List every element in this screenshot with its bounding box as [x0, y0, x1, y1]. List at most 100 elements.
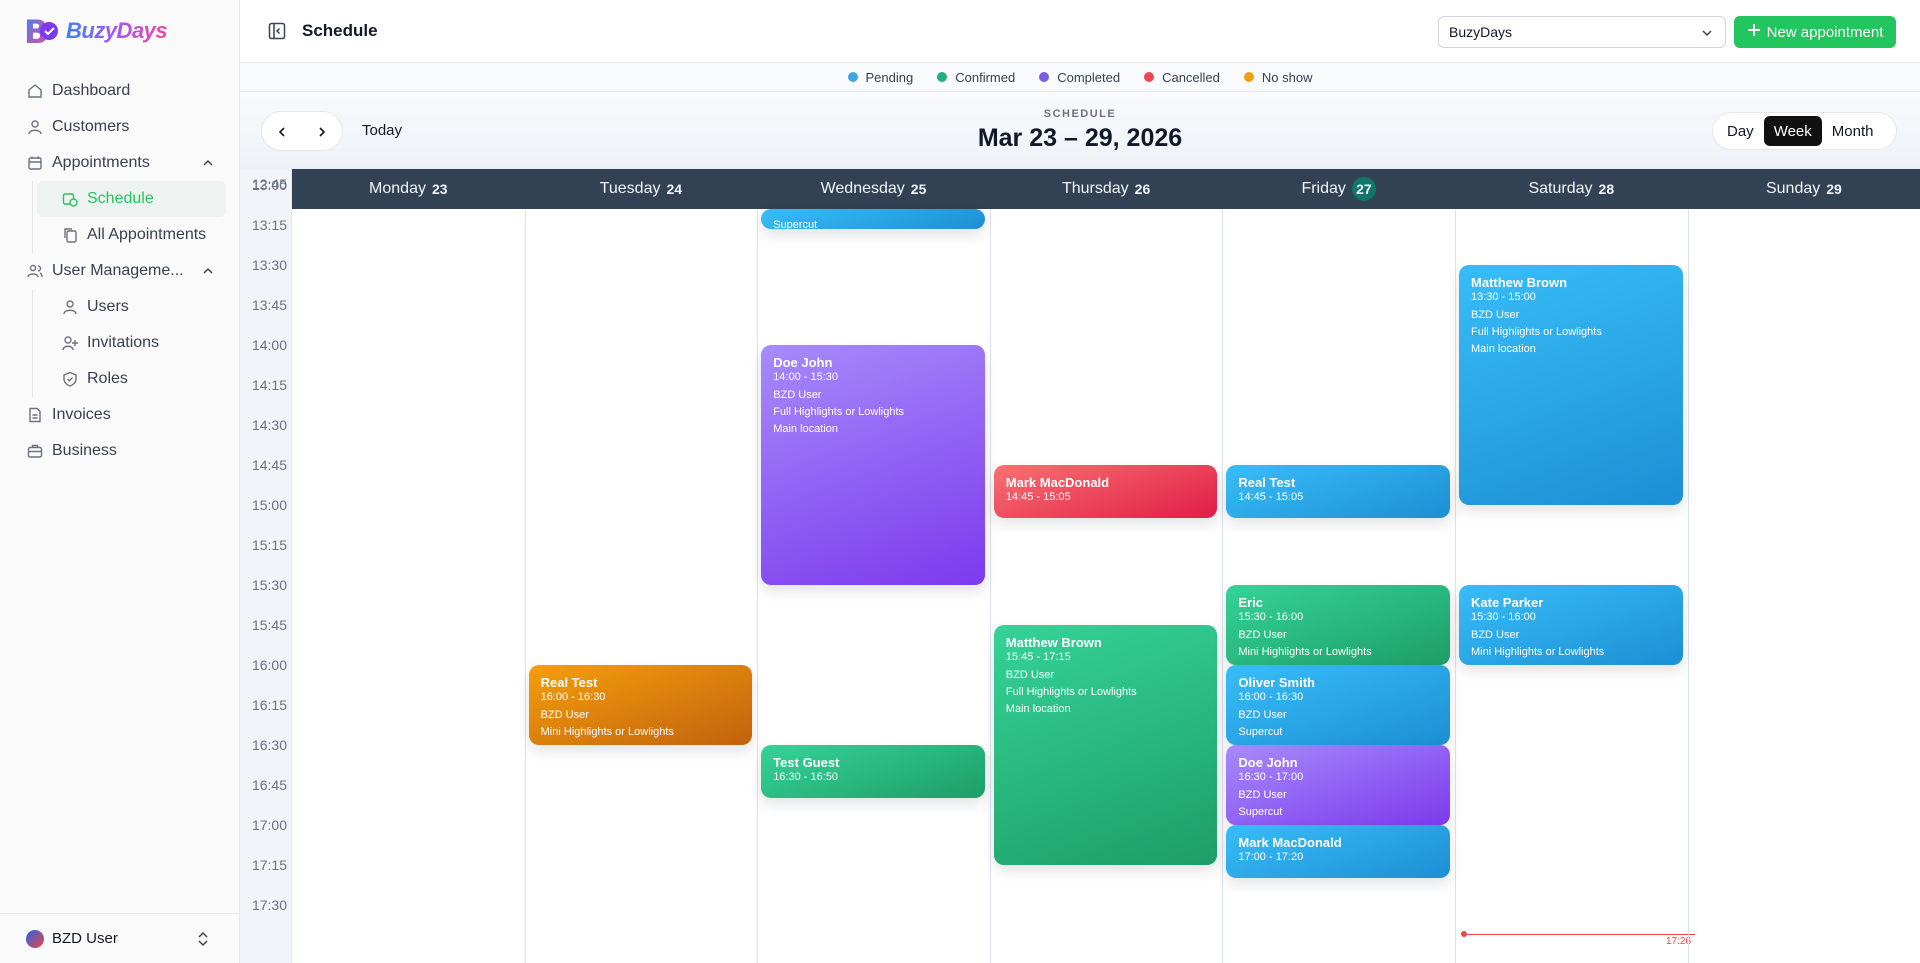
- day-number: 29: [1826, 181, 1842, 197]
- appointment-time: 16:30 - 17:00: [1238, 771, 1304, 783]
- sidebar-item-dashboard[interactable]: Dashboard: [14, 73, 226, 109]
- appointment-detail: BZD User: [1471, 309, 1520, 321]
- appointment-card[interactable]: Matthew Brown 13:30 - 15:00 BZD User Full H…: [1459, 265, 1683, 505]
- appointment-card[interactable]: Mark MacDonald 14:45 - 15:05: [993, 465, 1218, 519]
- week-grid: 12:45 13:00 13:15 13:30 13:45 14:00 14:15 14:30…: [240, 169, 1920, 963]
- sidebar-item-label: Invoices: [52, 406, 111, 423]
- sidebar-item-schedule[interactable]: Schedule: [37, 181, 226, 217]
- appointment-detail: BZD User: [1005, 669, 1055, 681]
- view-week-button[interactable]: Week: [1763, 116, 1822, 146]
- sidebar-item-users[interactable]: Users: [37, 289, 226, 325]
- appointment-detail: Full Highlights or Lowlights: [1005, 686, 1137, 698]
- appointment-time: 16:00 - 16:30: [1238, 691, 1304, 703]
- sidebar-toggle-icon[interactable]: [268, 22, 286, 40]
- time-label: 16:00: [251, 657, 287, 673]
- appointment-card[interactable]: Test Guest 16:30 - 16:50: [761, 745, 985, 799]
- appointment-card[interactable]: Real Test 14:45 - 15:05: [1226, 465, 1450, 519]
- appointment-time: 17:00 - 17:20: [1238, 851, 1304, 863]
- appointment-card[interactable]: Real Test 16:00 - 16:30 BZD User Mini Highl…: [528, 665, 753, 745]
- sidebar: B BuzyDays Dashboard Customers Appointme…: [0, 0, 240, 963]
- appointment-card[interactable]: Matthew Brown 15:45 - 17:15 BZD User Full H…: [993, 625, 1218, 865]
- time-label: 14:45: [251, 457, 287, 473]
- appointment-card[interactable]: Oliver Smith 16:00 - 16:30 BZD User Supercu…: [1226, 665, 1450, 745]
- view-month-button[interactable]: Month: [1822, 116, 1884, 146]
- appointment-card[interactable]: Supercut: [761, 209, 985, 229]
- sidebar-item-label: Roles: [87, 370, 128, 387]
- appointment-time: 16:00 - 16:30: [540, 691, 606, 703]
- page-title: Schedule: [302, 21, 378, 40]
- time-label: 15:00: [251, 497, 287, 513]
- appointment-detail: Full Highlights or Lowlights: [773, 406, 905, 418]
- time-label: 13:15: [251, 217, 287, 233]
- sidebar-item-business[interactable]: Business: [14, 433, 226, 469]
- appointment-card[interactable]: Eric 15:30 - 16:00 BZD User Mini Highlights…: [1226, 585, 1450, 665]
- appointment-time: 15:30 - 16:00: [1471, 611, 1536, 623]
- user-plus-icon: [61, 334, 79, 352]
- appointment-detail: Mini Highlights or Lowlights: [1471, 646, 1605, 658]
- day-name: Wednesday: [820, 180, 905, 197]
- chevron-up-icon[interactable]: [202, 264, 214, 282]
- calendar-clock-icon: [61, 190, 79, 208]
- business-select[interactable]: BuzyDays: [1438, 16, 1726, 48]
- time-label: 16:45: [251, 777, 287, 793]
- appointment-detail: Mini Highlights or Lowlights: [1238, 646, 1372, 658]
- calendar-toolbar: Today SCHEDULE Mar 23 – 29, 2026 Day Wee…: [240, 92, 1920, 169]
- time-label: 13:00: [251, 177, 287, 193]
- day-header-saturday[interactable]: Saturday 28: [1455, 169, 1688, 209]
- view-day-button[interactable]: Day: [1717, 116, 1764, 146]
- time-label: 14:15: [251, 377, 287, 393]
- home-icon: [26, 82, 44, 100]
- appointment-detail: Mini Highlights or Lowlights: [540, 726, 674, 738]
- appointment-detail: Supercut: [1238, 726, 1283, 738]
- schedule-kicker: SCHEDULE: [1043, 108, 1117, 120]
- day-column-divider: [757, 209, 759, 963]
- appointment-time: 15:45 - 17:15: [1005, 651, 1071, 663]
- users-icon: [26, 262, 44, 280]
- avatar: [26, 929, 44, 948]
- appointment-detail: BZD User: [1238, 789, 1287, 801]
- user-switcher[interactable]: BZD User: [0, 913, 239, 963]
- appointment-detail: BZD User: [1471, 629, 1520, 641]
- time-gutter: 12:45 13:00 13:15 13:30 13:45 14:00 14:15 14:30…: [240, 169, 292, 963]
- brand-logo[interactable]: B BuzyDays: [22, 10, 168, 52]
- day-header-row: Monday 23 Tuesday 24 Wednesday 25 Thursday 26 Fr…: [292, 169, 1920, 209]
- day-header-wednesday[interactable]: Wednesday 25: [757, 169, 990, 209]
- chevron-up-icon[interactable]: [202, 156, 214, 174]
- day-column-divider: [1222, 209, 1224, 963]
- time-label: 15:15: [251, 537, 287, 553]
- briefcase-icon: [26, 442, 44, 460]
- day-header-friday[interactable]: Friday 27: [1222, 169, 1455, 209]
- sidebar-item-invitations[interactable]: Invitations: [37, 325, 226, 361]
- day-header-sunday[interactable]: Sunday 29: [1688, 169, 1920, 209]
- day-header-monday[interactable]: Monday 23: [292, 169, 525, 209]
- file-icon: [26, 406, 44, 424]
- sidebar-item-appointments[interactable]: Appointments: [14, 145, 226, 181]
- status-legend: Pending Confirmed Completed Cancelled No…: [240, 63, 1920, 92]
- chevron-down-icon: [1701, 26, 1713, 42]
- appointment-detail: Supercut: [773, 219, 818, 229]
- day-header-thursday[interactable]: Thursday 26: [990, 169, 1223, 209]
- appointment-customer: Matthew Brown: [1471, 275, 1568, 290]
- new-appointment-button[interactable]: New appointment: [1734, 16, 1896, 48]
- sidebar-item-label: Customers: [52, 118, 130, 135]
- legend-dot: [1144, 72, 1155, 82]
- appointment-detail: BZD User: [1238, 629, 1287, 641]
- appointment-card[interactable]: Doe John 16:30 - 17:00 BZD User Supercut: [1226, 745, 1450, 825]
- appointment-card[interactable]: Kate Parker 15:30 - 16:00 BZD User Mini Hig…: [1459, 585, 1683, 665]
- sidebar-item-customers[interactable]: Customers: [14, 109, 226, 145]
- legend-label: Completed: [1057, 69, 1121, 85]
- time-label: 16:30: [251, 737, 287, 753]
- sidebar-item-roles[interactable]: Roles: [37, 361, 226, 397]
- appointment-card[interactable]: Mark MacDonald 17:00 - 17:20: [1226, 825, 1450, 879]
- sidebar-item-label: Appointments: [52, 154, 150, 171]
- day-header-tuesday[interactable]: Tuesday 24: [525, 169, 758, 209]
- sidebar-item-all-appointments[interactable]: All Appointments: [37, 217, 226, 253]
- appointment-card[interactable]: Doe John 14:00 - 15:30 BZD User Full Highli…: [761, 345, 985, 585]
- brand-name: BuzyDays: [66, 18, 168, 43]
- sidebar-item-user-management[interactable]: User Manageme...: [14, 253, 226, 289]
- current-time-dot: [1461, 931, 1467, 937]
- time-label: 16:15: [251, 697, 287, 713]
- sidebar-item-invoices[interactable]: Invoices: [14, 397, 226, 433]
- day-name: Monday: [369, 180, 426, 197]
- time-label: 15:45: [251, 617, 287, 633]
